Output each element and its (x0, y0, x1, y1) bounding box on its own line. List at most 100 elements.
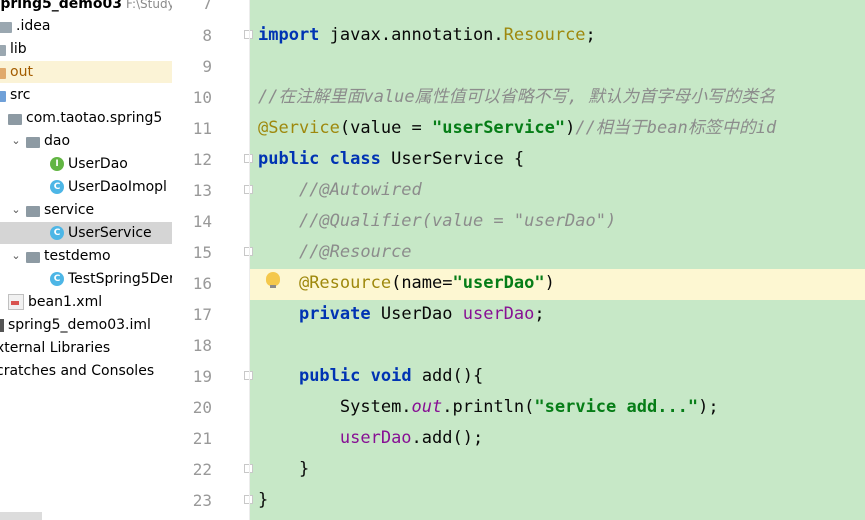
ide-window: spring5_demo03 F:\StudyN .idea lib out s… (0, 0, 865, 520)
keyword: import (258, 25, 320, 45)
chevron-down-icon[interactable]: ⌄ (10, 245, 22, 267)
field-name: userDao (339, 428, 412, 448)
code-line-15: //@Resource (258, 237, 412, 268)
code-line-10: //在注解里面value属性值可以省略不写, 默认为首字母小写的类名 (258, 82, 775, 113)
code-line-17: private UserDao userDao; (258, 299, 545, 330)
tree-item-lib[interactable]: lib (0, 38, 172, 60)
comment: //在注解里面value属性值可以省略不写, 默认为首字母小写的类名 (258, 87, 776, 107)
line-number: 10 (192, 88, 212, 107)
interface-icon: I (50, 157, 64, 171)
comment: //相当于bean标签中的id (575, 118, 777, 138)
code-text: ); (698, 397, 719, 417)
gutter-divider (249, 0, 250, 520)
keyword: void (370, 366, 412, 386)
line-number: 16 (192, 274, 212, 293)
code-text: (name= (391, 273, 453, 293)
code-text: } (258, 490, 269, 510)
tree-item-label: bean1.xml (28, 294, 103, 310)
tree-item-label: com.taotao.spring5 (26, 110, 163, 126)
tree-item-external-libraries[interactable]: xternal Libraries (0, 337, 172, 359)
code-text: ) (565, 118, 576, 138)
class-icon: C (50, 272, 64, 286)
line-number: 15 (192, 243, 212, 262)
line-number: 8 (202, 26, 212, 45)
tree-item-testdemo[interactable]: ⌄ testdemo (0, 245, 172, 267)
comment: //@Resource (298, 242, 412, 262)
line-number: 21 (192, 429, 212, 448)
annotation: @Resource (298, 273, 392, 293)
code-text: ; (585, 25, 596, 45)
code-line-19: public void add(){ (258, 361, 483, 392)
tree-item-label: UserDao (68, 156, 128, 172)
code-line-8: import javax.annotation.Resource; (258, 20, 596, 51)
string-literal: "userDao" (452, 273, 545, 293)
code-text: UserService { (380, 149, 525, 169)
tree-item-testspring5demo[interactable]: C TestSpring5Der (0, 268, 172, 290)
folder-icon (0, 67, 6, 79)
code-text: } (298, 459, 310, 479)
lightbulb-icon[interactable] (266, 272, 280, 288)
tree-horizontal-scrollbar[interactable] (0, 512, 42, 520)
tree-item-iml[interactable]: spring5_demo03.iml (0, 314, 172, 336)
annotation: @Service (258, 118, 340, 138)
comment: //@Qualifier(value = "userDao") (298, 211, 617, 231)
tree-item-src[interactable]: src (0, 84, 172, 106)
line-number: 19 (192, 367, 212, 386)
tree-item-com-taotao-spring5[interactable]: com.taotao.spring5 (0, 107, 172, 129)
line-number: 14 (192, 212, 212, 231)
tree-item-out[interactable]: out (0, 61, 172, 83)
code-text: add(){ (411, 366, 484, 386)
tree-item-bean1-xml[interactable]: bean1.xml (0, 291, 172, 313)
tree-item-label: testdemo (44, 248, 111, 264)
source-folder-icon (0, 90, 6, 102)
package-icon (26, 205, 40, 217)
package-icon (26, 251, 40, 263)
tree-item-label: TestSpring5Der (68, 271, 172, 287)
chevron-down-icon[interactable]: ⌄ (10, 199, 22, 221)
code-line-16: @Resource(name="userDao") (258, 268, 555, 299)
tree-item-idea[interactable]: .idea (0, 15, 172, 37)
keyword: public (298, 366, 361, 386)
code-text: ) (544, 273, 555, 293)
tree-item-label: xternal Libraries (0, 340, 111, 356)
code-text: System. (339, 397, 412, 417)
code-text: Resource (503, 25, 586, 45)
class-icon: C (50, 180, 64, 194)
chevron-down-icon[interactable]: ⌄ (10, 130, 22, 152)
keyword: class (329, 149, 381, 169)
line-number: 17 (192, 305, 212, 324)
tree-item-project-root[interactable]: spring5_demo03 F:\StudyN (0, 0, 172, 15)
tree-item-userdaoimopl[interactable]: C UserDaoImopl (0, 176, 172, 198)
line-number: 20 (192, 398, 212, 417)
code-line-11: @Service(value = "userService")//相当于bean… (258, 113, 776, 144)
code-text: UserDao (370, 304, 463, 324)
code-line-21: userDao.add(); (258, 423, 483, 454)
tree-item-label: cratches and Consoles (0, 363, 155, 379)
project-path: F:\StudyN (126, 0, 172, 11)
code-line-13: //@Autowired (258, 175, 422, 206)
module-file-icon (0, 318, 4, 332)
code-line-12: public class UserService { (258, 144, 524, 175)
class-icon: C (50, 226, 64, 240)
editor-gutter: 7 8 9 10 11 12 13 14 15 16 17 18 19 20 2… (172, 0, 250, 520)
tree-item-userservice[interactable]: C UserService (0, 222, 172, 244)
tree-item-scratches[interactable]: cratches and Consoles (0, 360, 172, 382)
folder-icon (0, 44, 6, 56)
code-text: javax.annotation. (319, 25, 504, 45)
code-text: (value = (339, 118, 433, 138)
code-line-20: System.out.println("service add..."); (258, 392, 719, 423)
tree-item-label: src (10, 87, 31, 103)
code-text: ; (534, 304, 545, 324)
tree-item-label: .idea (16, 18, 51, 34)
folder-icon (0, 21, 12, 33)
line-number: 9 (202, 57, 212, 76)
tree-item-label: service (44, 202, 95, 218)
string-literal: "userService" (432, 118, 566, 138)
code-editor[interactable]: import javax.annotation.Resource; //在注解里… (250, 0, 865, 520)
code-text: .println( (442, 397, 535, 417)
tree-item-service[interactable]: ⌄ service (0, 199, 172, 221)
line-number: 23 (192, 491, 212, 510)
line-number: 22 (192, 460, 212, 479)
tree-item-dao[interactable]: ⌄ dao (0, 130, 172, 152)
tree-item-userdao[interactable]: I UserDao (0, 153, 172, 175)
